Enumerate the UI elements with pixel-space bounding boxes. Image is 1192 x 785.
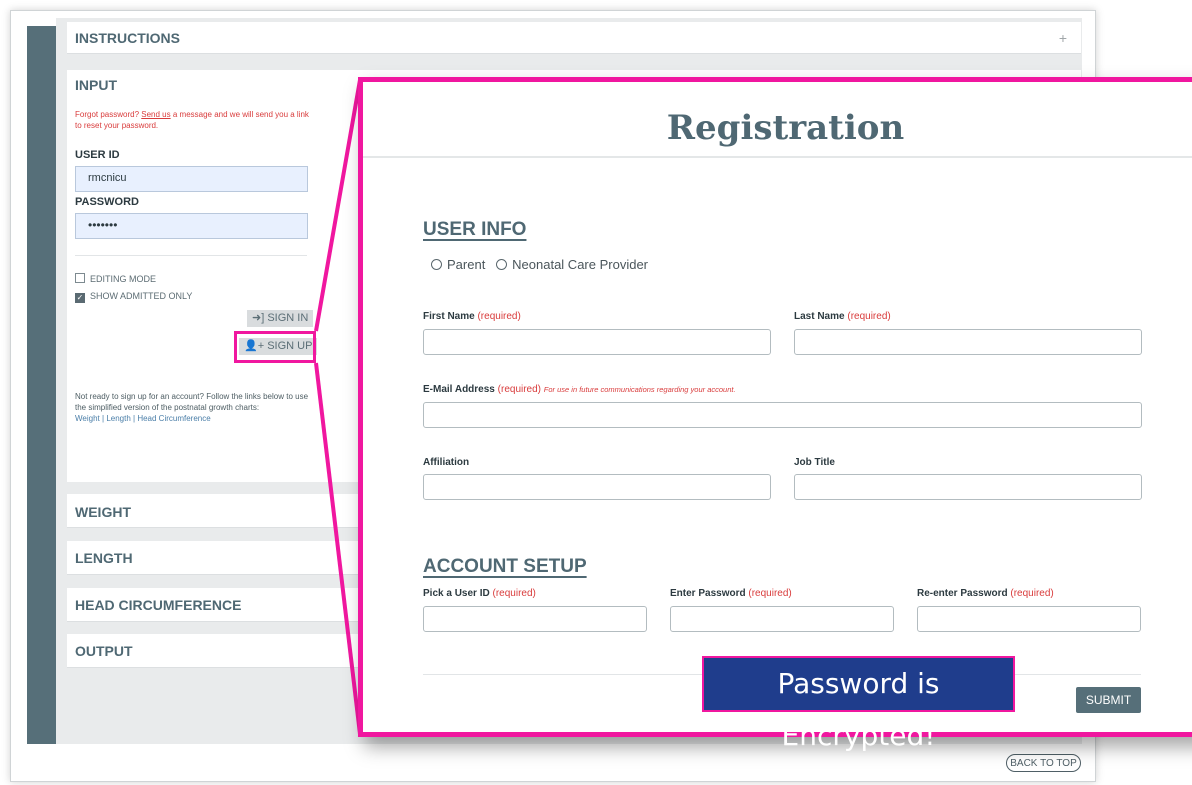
user-id-label: USER ID (75, 149, 120, 161)
head-circumference-link[interactable]: Head Circumference (137, 414, 210, 423)
job-title-input[interactable] (794, 474, 1142, 500)
accordion-title: INSTRUCTIONS (75, 30, 180, 46)
send-us-link[interactable]: Send us (141, 110, 170, 119)
input-section-title: INPUT (75, 77, 117, 93)
last-name-label: Last Name (required) (794, 311, 891, 322)
pick-user-id-input[interactable] (423, 606, 647, 632)
sign-in-label: SIGN IN (267, 312, 309, 324)
email-input[interactable] (423, 402, 1142, 428)
back-to-top-button[interactable]: BACK TO TOP (1006, 754, 1081, 772)
last-name-input[interactable] (794, 329, 1142, 355)
forgot-password-text: Forgot password? Send us a message and w… (75, 109, 315, 131)
weight-link[interactable]: Weight (75, 414, 100, 423)
user-id-input[interactable]: rmcnicu (75, 166, 308, 192)
registration-title: Registration (666, 108, 905, 148)
password-input[interactable]: ••••••• (75, 213, 308, 239)
account-setup-heading: ACCOUNT SETUP (423, 556, 587, 577)
show-admitted-checkbox[interactable]: ✓ (75, 293, 85, 303)
affiliation-input[interactable] (423, 474, 771, 500)
enter-password-label: Enter Password (required) (670, 588, 792, 599)
editing-mode-label: EDITING MODE (90, 274, 157, 284)
length-link[interactable]: Length (106, 414, 130, 423)
registration-zoom-panel: Registration USER INFO Parent Neonatal C… (358, 77, 1192, 737)
email-label: E-Mail Address (required) For use in fut… (423, 384, 736, 395)
accordion-title: LENGTH (75, 550, 133, 566)
reenter-password-input[interactable] (917, 606, 1141, 632)
not-ready-message: Not ready to sign up for an account? Fol… (75, 392, 309, 412)
forgot-prefix: Forgot password? (75, 110, 140, 119)
first-name-label: First Name (required) (423, 311, 521, 322)
provider-radio[interactable] (496, 259, 508, 270)
accordion-title: WEIGHT (75, 504, 131, 520)
affiliation-label: Affiliation (423, 457, 470, 468)
expand-plus-icon[interactable]: + (1059, 30, 1067, 46)
sign-in-button[interactable]: ➜] SIGN IN (247, 310, 314, 327)
password-encrypted-callout: Password is Encrypted! (702, 656, 1015, 752)
reenter-password-label: Re-enter Password (required) (917, 588, 1054, 599)
user-info-heading: USER INFO (423, 219, 527, 240)
link-separator: | (133, 414, 136, 423)
left-sidebar-strip (27, 26, 56, 744)
accordion-instructions[interactable]: INSTRUCTIONS + (67, 22, 1081, 54)
link-separator: | (102, 414, 105, 423)
divider (75, 255, 307, 256)
sign-in-icon: ➜] (252, 312, 265, 324)
enter-password-input[interactable] (670, 606, 894, 632)
accordion-title: HEAD CIRCUMFERENCE (75, 597, 242, 613)
role-radio-group: Parent Neonatal Care Provider (431, 257, 648, 272)
show-admitted-label: SHOW ADMITTED ONLY (90, 291, 193, 301)
show-admitted-row[interactable]: ✓ SHOW ADMITTED ONLY (75, 291, 192, 303)
title-divider (363, 156, 1192, 158)
not-ready-text: Not ready to sign up for an account? Fol… (75, 391, 313, 424)
parent-label: Parent (447, 257, 486, 272)
first-name-input[interactable] (423, 329, 771, 355)
accordion-title: OUTPUT (75, 643, 133, 659)
editing-mode-row[interactable]: EDITING MODE (75, 273, 156, 284)
submit-button[interactable]: SUBMIT (1076, 687, 1141, 713)
password-label: PASSWORD (75, 196, 139, 208)
sign-up-highlight (234, 331, 316, 363)
provider-label: Neonatal Care Provider (512, 257, 649, 272)
editing-mode-checkbox[interactable] (75, 273, 85, 283)
pick-user-id-label: Pick a User ID (required) (423, 588, 536, 599)
job-title-label: Job Title (794, 457, 835, 468)
parent-radio[interactable] (431, 259, 442, 270)
